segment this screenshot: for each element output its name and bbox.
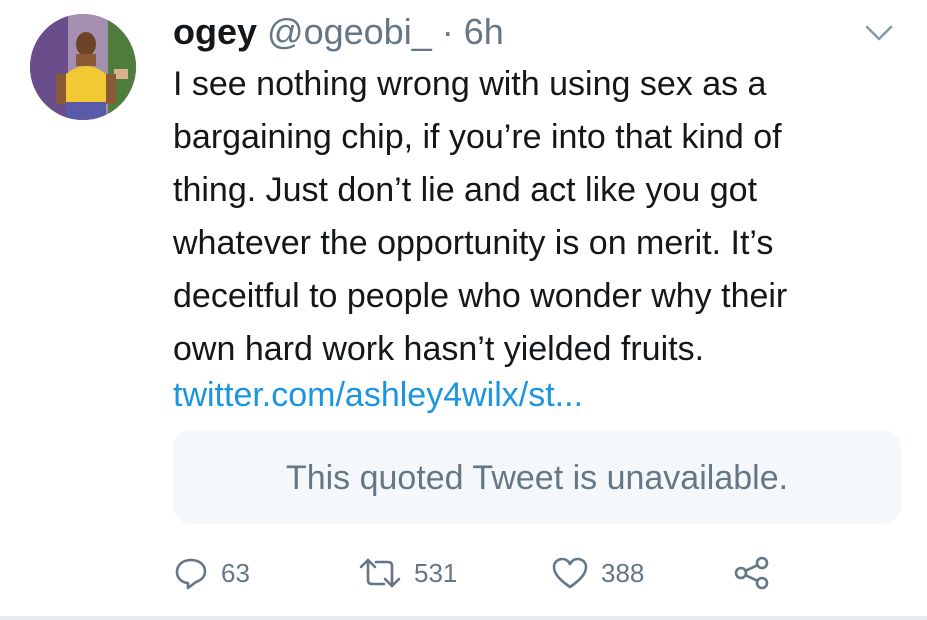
avatar-image <box>30 14 136 120</box>
like-count: 388 <box>601 558 645 588</box>
reply-count: 63 <box>221 558 250 588</box>
author-name[interactable]: ogey <box>173 11 257 52</box>
tweet-time[interactable]: 6h <box>464 11 504 52</box>
retweet-button[interactable]: 531 <box>358 548 457 598</box>
retweet-icon <box>359 558 401 588</box>
like-button[interactable]: 388 <box>551 548 644 598</box>
author-handle[interactable]: @ogeobi_ <box>267 11 432 52</box>
avatar[interactable] <box>30 14 136 120</box>
separator-dot: · <box>441 11 454 52</box>
share-button[interactable] <box>733 548 771 598</box>
retweet-count: 531 <box>414 558 458 588</box>
tweet-header: ogey @ogeobi_ · 6h <box>173 10 504 54</box>
chevron-down-icon[interactable] <box>865 24 893 42</box>
tweet-text: I see nothing wrong with using sex as a … <box>173 65 788 368</box>
divider <box>0 616 927 620</box>
heart-icon <box>552 557 588 589</box>
quoted-tweet-message: This quoted Tweet is unavailable. <box>285 459 789 497</box>
reply-button[interactable]: 63 <box>173 548 250 598</box>
quoted-tweet-card[interactable]: This quoted Tweet is unavailable. <box>173 430 901 524</box>
reply-icon <box>175 558 207 590</box>
share-icon <box>734 556 769 590</box>
tweet[interactable]: ogey @ogeobi_ · 6h I see nothing wrong w… <box>0 0 927 620</box>
tweet-link[interactable]: twitter.com/ashley4wilx/st... <box>173 373 583 417</box>
